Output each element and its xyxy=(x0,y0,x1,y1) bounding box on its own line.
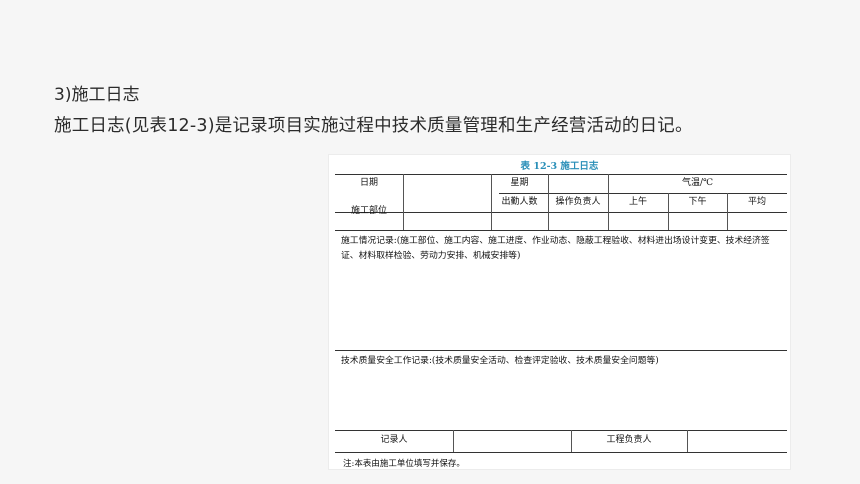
rule-table-bottom xyxy=(335,452,787,453)
rule-construction-bottom xyxy=(335,350,787,351)
rule-quality-bottom xyxy=(335,430,787,431)
section-heading: 3)施工日志 xyxy=(54,85,140,105)
construction-log-table-image: 表 12-3 施工日志 日期 星期 气温/℃ 施工部位 出勤人数 操作负责人 上… xyxy=(329,155,790,469)
header-average: 平均 xyxy=(747,197,766,207)
header-weekday: 星期 xyxy=(510,178,529,188)
table-note: 注:本表由施工单位填写并保存。 xyxy=(343,459,465,469)
header-temperature: 气温/℃ xyxy=(681,178,714,188)
log-table-grid: 日期 星期 气温/℃ 施工部位 出勤人数 操作负责人 上午 下午 平均 施工情况… xyxy=(335,174,787,453)
header-date: 日期 xyxy=(359,178,378,188)
footer-sep-3 xyxy=(687,430,688,452)
section-lead-paragraph: 施工日志(见表12-3)是记录项目实施过程中技术质量管理和生产经营活动的日记。 xyxy=(54,116,693,136)
table-title: 表 12-3 施工日志 xyxy=(520,161,599,172)
col-sep-1 xyxy=(403,174,404,230)
header-site: 施工部位 xyxy=(350,206,387,216)
header-operator: 操作负责人 xyxy=(555,197,601,207)
header-attendance: 出勤人数 xyxy=(501,197,538,207)
quality-record-text: 技术质量安全工作记录:(技术质量安全活动、检查评定验收、技术质量安全问题等) xyxy=(341,356,659,366)
header-afternoon: 下午 xyxy=(688,197,707,207)
rule-header-mid xyxy=(499,193,787,194)
rule-header-bottom xyxy=(335,230,787,231)
construction-record-text: 施工情况记录:(施工部位、施工内容、施工进度、作业动态、隐蔽工程验收、材料进出场… xyxy=(341,236,770,261)
footer-project-lead: 工程负责人 xyxy=(606,435,652,445)
header-morning: 上午 xyxy=(628,197,647,207)
footer-recorder: 记录人 xyxy=(380,435,408,445)
footer-sep-1 xyxy=(453,430,454,452)
